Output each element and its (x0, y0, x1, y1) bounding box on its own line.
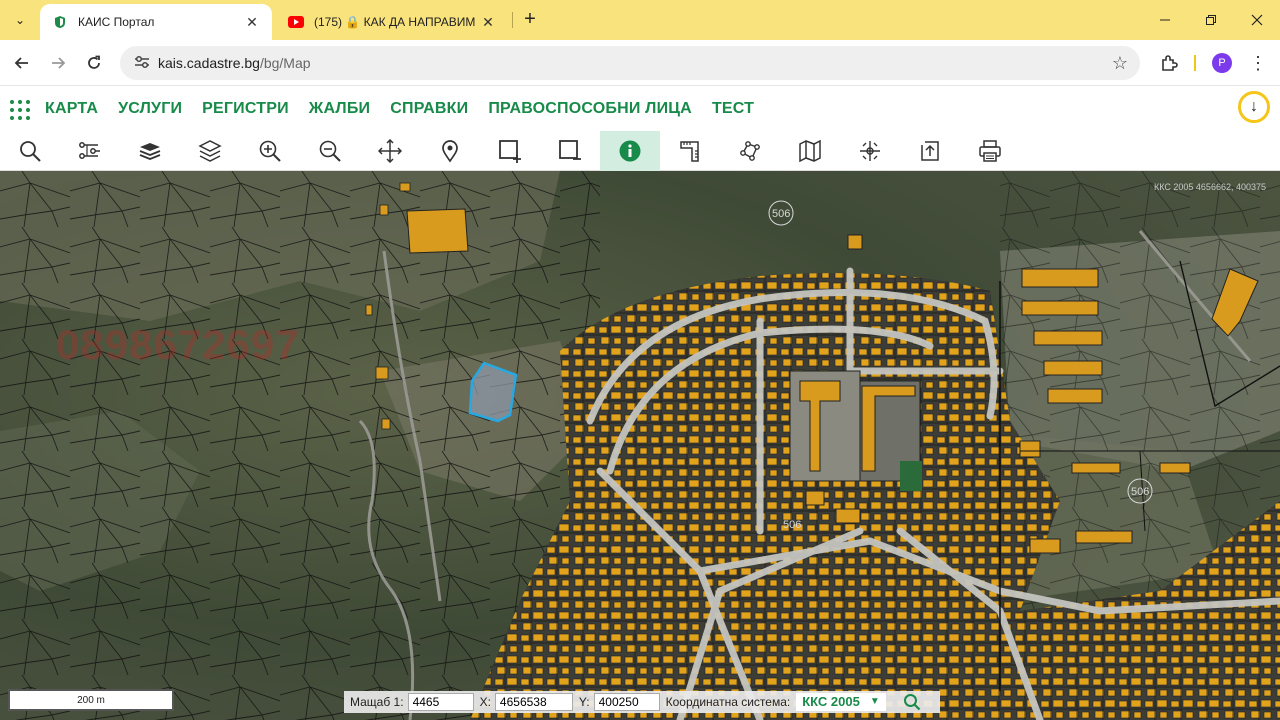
map-icon (799, 139, 821, 163)
menu-item-services[interactable]: УСЛУГИ (118, 100, 182, 118)
youtube-favicon-icon (288, 14, 304, 30)
scale-bar: 200 m (8, 689, 174, 711)
tab-kais-portal[interactable]: КАИС Портал ✕ (40, 4, 272, 40)
polygon-button[interactable] (720, 131, 780, 171)
close-tab-icon[interactable]: ✕ (244, 14, 260, 30)
map-canvas[interactable]: 506 506 506 (0, 171, 1280, 720)
info-button[interactable] (600, 131, 660, 171)
apps-grid-icon[interactable] (10, 100, 30, 120)
site-header: КАРТА УСЛУГИ РЕГИСТРИ ЖАЛБИ СПРАВКИ ПРАВ… (0, 86, 1280, 131)
y-label: Y: (578, 695, 590, 709)
phone-watermark: 0898672697 (56, 321, 300, 368)
print-icon (979, 140, 1001, 162)
scale-bar-label: 200 m (77, 695, 105, 706)
tab-title: (175) 🔒 КАК ДА НАПРАВИМ (314, 15, 476, 29)
menu-item-references[interactable]: СПРАВКИ (390, 100, 468, 118)
browser-tab-strip: ⌄ КАИС Портал ✕ (175) 🔒 КАК ДА НАПРАВИМ … (0, 0, 1280, 40)
forward-button[interactable] (44, 49, 72, 77)
measure-icon (680, 141, 699, 162)
zoom-out-button[interactable] (300, 131, 360, 171)
search-icon (903, 694, 921, 711)
coordinate-system-select[interactable]: ККС 2005 ▼ (796, 693, 886, 711)
menu-item-map[interactable]: КАРТА (45, 100, 98, 118)
menu-item-test[interactable]: ТЕСТ (712, 100, 754, 118)
locate-button[interactable] (420, 131, 480, 171)
toolbar-separator (1194, 55, 1196, 71)
print-button[interactable] (960, 131, 1020, 171)
reload-button[interactable] (80, 49, 108, 77)
minimize-button[interactable] (1142, 0, 1188, 40)
new-tab-button[interactable]: + (518, 8, 542, 32)
download-icon[interactable]: ↓ (1238, 91, 1270, 123)
menu-item-licensed-persons[interactable]: ПРАВОСПОСОБНИ ЛИЦА (488, 100, 692, 118)
tab-title: КАИС Портал (78, 15, 155, 29)
base-layers-button[interactable] (120, 131, 180, 171)
browser-menu-icon[interactable]: ⋮ (1246, 52, 1270, 76)
tab-search-button[interactable]: ⌄ (8, 8, 32, 32)
export-button[interactable] (900, 131, 960, 171)
main-menu: КАРТА УСЛУГИ РЕГИСТРИ ЖАЛБИ СПРАВКИ ПРАВ… (45, 100, 774, 118)
url-host: kais.cadastre.bg (158, 55, 260, 71)
close-tab-icon[interactable]: ✕ (480, 14, 496, 30)
export-icon (921, 141, 939, 161)
menu-item-registers[interactable]: РЕГИСТРИ (202, 100, 289, 118)
zoom-out-icon (319, 140, 341, 162)
route-tool-button[interactable] (60, 131, 120, 171)
map-area-label: 506 (772, 208, 790, 220)
y-coordinate-input[interactable] (593, 693, 660, 711)
map-area-label: 506 (783, 519, 801, 531)
scale-label: Мащаб 1: (350, 695, 404, 709)
map-button[interactable] (780, 131, 840, 171)
map-status-bar: Мащаб 1: X: Y: Координатна система: ККС … (344, 691, 940, 713)
map-toolbar (0, 131, 1280, 171)
zoom-in-icon (259, 140, 281, 162)
coordinate-system-value: ККС 2005 (802, 694, 860, 709)
close-window-button[interactable] (1234, 0, 1280, 40)
x-coordinate-input[interactable] (494, 693, 573, 711)
menu-item-complaints[interactable]: ЖАЛБИ (309, 100, 370, 118)
add-area-button[interactable] (480, 131, 540, 171)
info-icon (619, 140, 641, 162)
tab-youtube[interactable]: (175) 🔒 КАК ДА НАПРАВИМ ✕ (276, 4, 508, 40)
polygon-icon (740, 141, 760, 161)
x-label: X: (479, 695, 491, 709)
extensions-icon[interactable] (1156, 50, 1182, 76)
url-text: kais.cadastre.bg/bg/Map (158, 55, 311, 71)
kais-favicon-icon (52, 14, 68, 30)
location-pin-icon (442, 140, 458, 163)
site-info-icon[interactable] (126, 55, 158, 72)
selected-parcel[interactable] (468, 361, 518, 423)
search-icon (20, 141, 41, 162)
route-icon (79, 142, 100, 159)
coordinates-button[interactable] (840, 131, 900, 171)
zoom-in-button[interactable] (240, 131, 300, 171)
remove-area-button[interactable] (540, 131, 600, 171)
layers-stack-icon (139, 143, 161, 160)
layers-icon (198, 140, 222, 162)
go-to-coordinates-button[interactable] (892, 692, 932, 712)
add-area-icon (499, 140, 521, 163)
bookmark-star-icon[interactable]: ☆ (1112, 53, 1128, 73)
remove-area-icon (559, 140, 581, 160)
coordinate-system-label: Координатна система: (665, 695, 791, 709)
address-bar[interactable]: kais.cadastre.bg/bg/Map ☆ (120, 46, 1140, 80)
measure-button[interactable] (660, 131, 720, 171)
tab-separator (512, 12, 513, 28)
pan-button[interactable] (360, 131, 420, 171)
cadastral-map[interactable]: 506 506 506 ККС 2005 4656662, 400375 089… (0, 171, 1280, 720)
coordinate-readout: ККС 2005 4656662, 400375 (1154, 182, 1266, 192)
map-area-label: 506 (1131, 486, 1149, 498)
back-button[interactable] (8, 49, 36, 77)
pan-icon (378, 139, 402, 163)
coordinates-icon (860, 141, 880, 161)
restore-button[interactable] (1188, 0, 1234, 40)
search-tool-button[interactable] (0, 131, 60, 171)
chevron-down-icon: ⌄ (14, 13, 26, 27)
url-path: /bg/Map (259, 55, 311, 71)
dropdown-caret-icon: ▼ (869, 696, 880, 707)
layers-button[interactable] (180, 131, 240, 171)
browser-toolbar: kais.cadastre.bg/bg/Map ☆ P ⋮ (0, 40, 1280, 86)
profile-avatar[interactable]: P (1212, 53, 1232, 73)
scale-input[interactable] (407, 693, 474, 711)
